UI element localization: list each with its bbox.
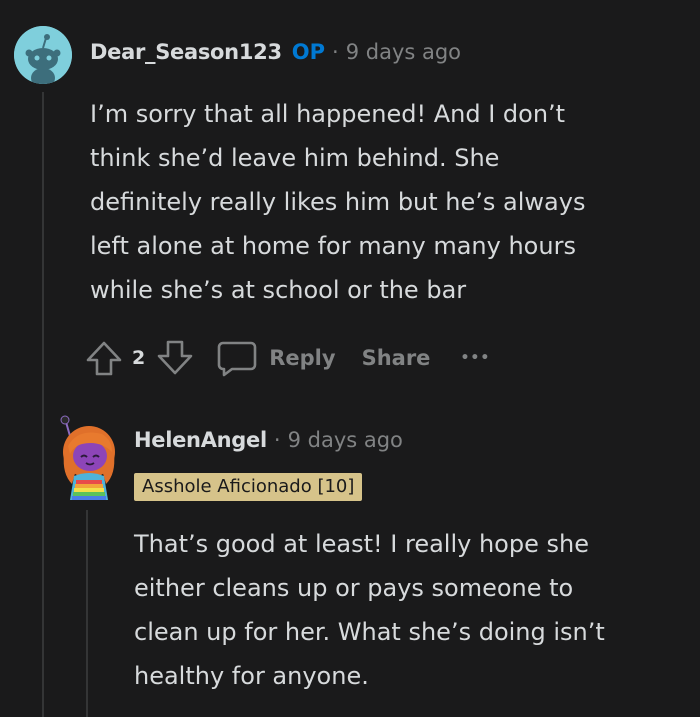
share-button[interactable]: Share (362, 346, 431, 370)
comment-line: healthy for anyone. (134, 662, 369, 690)
separator-dot: · (332, 40, 339, 64)
comment-body: I’m sorry that all happened! And I don’t… (90, 92, 690, 312)
op-badge: OP (291, 40, 326, 64)
comment-header: Dear_Season123 OP · 9 days ago (90, 40, 461, 64)
comment-line: while she’s at school or the bar (90, 276, 467, 304)
avatar[interactable] (56, 410, 122, 500)
upvote-arrow-icon (86, 341, 122, 376)
timestamp[interactable]: 9 days ago (346, 40, 461, 64)
thread-line[interactable] (42, 92, 44, 717)
comment-line: left alone at home for many many hours (90, 232, 576, 260)
comment-line: That’s good at least! I really hope she (134, 530, 589, 558)
downvote-arrow-icon (157, 340, 193, 375)
comment-body: That’s good at least! I really hope she … (134, 522, 694, 698)
comment-bubble-icon (217, 341, 257, 377)
comment-thread: Dear_Season123 OP · 9 days ago I’m sorry… (0, 0, 700, 717)
separator-dot: · (273, 428, 281, 452)
more-options-button[interactable]: ••• (460, 350, 490, 366)
thread-line-nested[interactable] (86, 510, 88, 717)
avatar[interactable] (14, 26, 72, 84)
vote-count: 2 (132, 347, 146, 369)
comment-line: I’m sorry that all happened! And I don’t (90, 100, 566, 128)
upvote-button[interactable] (84, 338, 124, 378)
comment-header: HelenAngel · 9 days ago (134, 428, 403, 452)
downvote-button[interactable] (155, 338, 195, 378)
comment-line: definitely really likes him but he’s alw… (90, 188, 586, 216)
user-flair: Asshole Aficionado [10] (134, 473, 363, 501)
comment-line: think she’d leave him behind. She (90, 144, 500, 172)
reply-label[interactable]: Reply (269, 346, 335, 370)
comment-line: clean up for her. What she’s doing isn’t (134, 618, 605, 646)
comment-actions: 2 Reply Share ••• (84, 338, 490, 378)
comment-line: either cleans up or pays someone to (134, 574, 574, 602)
username[interactable]: HelenAngel (134, 428, 267, 452)
reply-button[interactable]: Reply (215, 338, 336, 378)
timestamp[interactable]: 9 days ago (288, 428, 403, 452)
username[interactable]: Dear_Season123 (90, 40, 282, 64)
reddit-snoo-icon (14, 26, 72, 84)
custom-avatar-icon (60, 415, 115, 500)
